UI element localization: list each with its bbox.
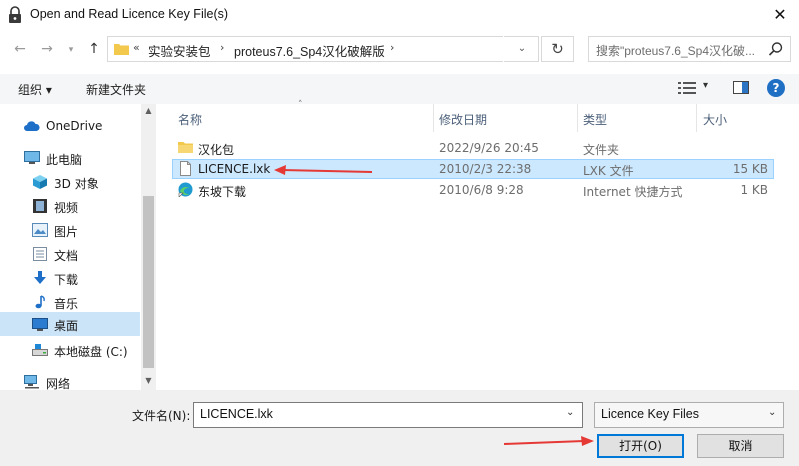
file-name: LICENCE.lxk (198, 162, 271, 176)
column-divider[interactable] (577, 104, 578, 132)
network-icon (24, 375, 39, 389)
sidebar-item-label: 桌面 (54, 319, 79, 333)
filetype-select[interactable]: Licence Key Files (594, 402, 784, 428)
breadcrumb-item[interactable]: 实验安装包 (148, 41, 211, 60)
sidebar-item-network[interactable]: 网络 (0, 370, 140, 390)
file-type: Internet 快捷方式 (583, 185, 683, 199)
column-header-size[interactable]: 大小 (703, 111, 727, 128)
address-prefix: « (133, 41, 140, 54)
file-name: 东坡下载 (198, 185, 247, 199)
folder-icon (114, 44, 129, 55)
sidebar-item-videos[interactable]: 视频 (0, 194, 140, 218)
preview-pane-icon[interactable] (733, 81, 749, 94)
music-icon (35, 295, 45, 309)
file-name: 汉化包 (198, 143, 235, 157)
cloud-icon (24, 121, 40, 131)
document-icon (33, 247, 47, 261)
sidebar-scrollbar-thumb[interactable] (143, 196, 154, 368)
sidebar-item-label: 音乐 (54, 297, 79, 311)
file-list-scrollbar[interactable] (783, 104, 799, 390)
sidebar-item-label: 此电脑 (46, 153, 83, 167)
column-divider[interactable] (696, 104, 697, 132)
download-icon (34, 271, 46, 284)
sidebar-item-label: 视频 (54, 201, 79, 215)
up-icon[interactable]: ↑ (84, 39, 104, 59)
annotation-arrow-icon (503, 436, 594, 446)
window-title: Open and Read Licence Key File(s) (30, 7, 229, 21)
search-icon[interactable] (768, 41, 784, 57)
annotation-arrow-icon (274, 165, 373, 175)
filename-label: 文件名(N): (132, 409, 191, 423)
cube-icon (33, 175, 47, 189)
sidebar-item-label: 网络 (46, 377, 71, 390)
file-size: 1 KB (740, 183, 768, 197)
file-icon (180, 161, 191, 176)
open-button[interactable]: 打开(O) (597, 434, 684, 458)
refresh-icon[interactable]: ↻ (541, 36, 574, 62)
recent-dropdown-icon[interactable]: ▾ (61, 40, 81, 60)
sidebar-item-pictures[interactable]: 图片 (0, 218, 140, 242)
address-dropdown-icon[interactable]: ⌄ (503, 36, 540, 62)
breadcrumb-item[interactable]: proteus7.6_Sp4汉化破解版 (234, 41, 385, 60)
filename-dropdown-icon[interactable]: ⌄ (566, 407, 574, 418)
file-size: 15 KB (732, 162, 768, 176)
view-mode-icon[interactable] (678, 81, 696, 95)
sidebar-item-music[interactable]: 音乐 (0, 290, 140, 314)
picture-icon (32, 223, 48, 237)
file-row[interactable]: LICENCE.lxk 2010/2/3 22:38 LXK 文件 15 KB (172, 159, 774, 179)
sidebar-item-label: 下载 (54, 273, 79, 287)
sidebar-item-documents[interactable]: 文档 (0, 242, 140, 266)
sidebar-item-onedrive[interactable]: OneDrive (0, 114, 140, 138)
lock-icon (9, 6, 21, 23)
file-modified: 2010/6/8 9:28 (439, 183, 524, 197)
file-type: LXK 文件 (583, 164, 634, 178)
breadcrumb-separator-icon[interactable]: › (220, 41, 224, 54)
drive-icon (32, 344, 48, 356)
column-divider[interactable] (433, 104, 434, 132)
sidebar-item-label: 文档 (54, 249, 79, 263)
cancel-button[interactable]: 取消 (697, 434, 784, 458)
back-icon[interactable]: ← (10, 39, 30, 59)
sort-ascending-icon: ˄ (298, 100, 303, 110)
sidebar-item-local-disk[interactable]: 本地磁盘 (C:) (0, 338, 140, 362)
organize-menu[interactable]: 组织 ▾ (18, 81, 52, 98)
sidebar-item-3d-objects[interactable]: 3D 对象 (0, 170, 140, 194)
navigation-pane: OneDrive 此电脑 3D 对象 视频 图片 文档 下载 音乐 桌面 本地磁… (0, 104, 156, 390)
sidebar-item-this-pc[interactable]: 此电脑 (0, 146, 140, 170)
file-modified: 2022/9/26 20:45 (439, 141, 539, 155)
search-input[interactable]: 搜索"proteus7.6_Sp4汉化破... (596, 42, 761, 59)
forward-icon[interactable]: → (37, 39, 57, 59)
desktop-icon (32, 318, 48, 331)
folder-icon (178, 142, 193, 153)
scroll-down-icon[interactable]: ▼ (143, 376, 154, 388)
sidebar-item-downloads[interactable]: 下载 (0, 266, 140, 290)
computer-icon (24, 151, 40, 164)
sidebar-item-label: 本地磁盘 (C:) (54, 345, 128, 359)
file-row[interactable]: 东坡下载 2010/6/8 9:28 Internet 快捷方式 1 KB (172, 180, 774, 200)
filetype-dropdown-icon[interactable]: ⌄ (768, 407, 776, 418)
new-folder-button[interactable]: 新建文件夹 (86, 81, 146, 98)
video-icon (33, 199, 47, 213)
help-icon[interactable]: ? (767, 79, 785, 97)
column-header-modified[interactable]: 修改日期 (439, 111, 487, 128)
filename-input[interactable]: LICENCE.lxk (193, 402, 583, 428)
scroll-up-icon[interactable]: ▲ (143, 106, 154, 118)
close-icon[interactable]: ✕ (768, 3, 792, 27)
sidebar-item-label: 图片 (54, 225, 79, 239)
column-header-type[interactable]: 类型 (583, 111, 607, 128)
file-modified: 2010/2/3 22:38 (439, 162, 532, 176)
view-dropdown-icon[interactable]: ▾ (703, 80, 708, 91)
edge-icon (178, 182, 193, 197)
breadcrumb-separator-icon[interactable]: › (390, 41, 394, 54)
sidebar-item-label: 3D 对象 (54, 177, 99, 191)
sidebar-item-desktop[interactable]: 桌面 (0, 312, 140, 336)
column-header-name[interactable]: 名称 (178, 111, 202, 128)
file-type: 文件夹 (583, 143, 620, 157)
sidebar-item-label: OneDrive (46, 119, 103, 133)
file-row[interactable]: 汉化包 2022/9/26 20:45 文件夹 (172, 138, 774, 158)
